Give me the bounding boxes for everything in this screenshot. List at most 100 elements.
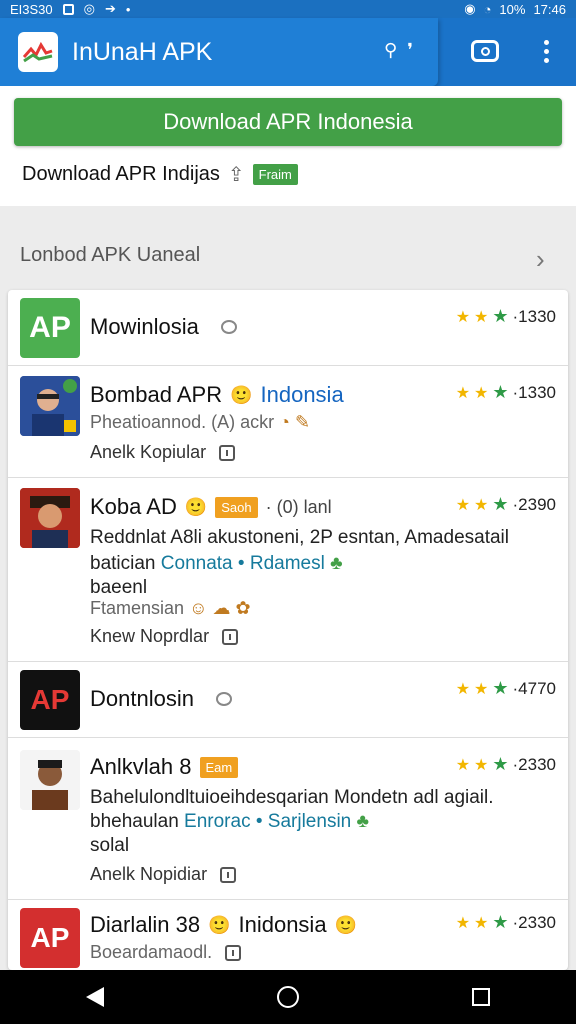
decor-icon: ☺ ☁ ✿	[189, 598, 251, 618]
desc-link[interactable]: Sarjlensin	[268, 811, 351, 832]
download-subline[interactable]: Download APR Indijas ⇪ Fraim	[22, 162, 298, 187]
app-icon-text: AP	[29, 311, 71, 344]
app-description-line: baeenl	[90, 577, 148, 598]
rating: ★ ★ ★ ·1330	[456, 306, 556, 327]
app-icon-text: AP	[30, 922, 70, 953]
star-icon: ★	[455, 308, 471, 326]
star-icon: ★	[455, 384, 471, 402]
app-title-accent: Inidonsia	[238, 912, 327, 937]
arrow-icon: ➔	[105, 1, 116, 16]
star-icon: ★	[455, 680, 471, 698]
gift-icon: ♣	[330, 553, 343, 574]
rating-value: ·2330	[512, 912, 556, 932]
list-item[interactable]: Anlkvlah 8 Eam ★ ★ ★ ·2330 Bahelulondltu…	[8, 738, 568, 900]
app-bar-main: InUnaH APK ⚲ ❜	[0, 18, 438, 86]
rating: ★ ★ ★ ·4770	[456, 678, 556, 699]
star-icon: ★	[474, 308, 489, 326]
app-category-text: Anelk Kopiular	[90, 442, 207, 462]
app-meta: Boeardamaodl.	[90, 942, 242, 963]
app-title-text: Koba AD	[90, 494, 177, 519]
rating-value: ·1330	[512, 306, 556, 326]
app-title-text: Anlkvlah 8	[90, 754, 192, 779]
gift-icon: ♣	[356, 811, 369, 832]
list-item[interactable]: Bombad APR 🙂 Indonsia ★ ★ ★ ·1330 Pheati…	[8, 366, 568, 478]
star-icon: ★	[474, 496, 489, 514]
info-icon[interactable]	[219, 445, 236, 462]
star-icon: ★	[492, 678, 509, 698]
smiley-icon: 🙂	[334, 914, 357, 935]
subline-text: Download APR Indijas	[22, 163, 220, 185]
app-meta-text: Boeardamaodl.	[90, 942, 213, 962]
star-icon: ★	[455, 914, 471, 932]
star-icon: ★	[455, 756, 471, 774]
rating-value: ·2390	[512, 494, 556, 514]
avatar	[20, 488, 80, 548]
list-item[interactable]: Koba AD 🙂 Saoh · (0) lanl ★ ★ ★ ·2390 Re…	[8, 478, 568, 662]
status-bar: EI3S30 ◎ ➔ • ◉ ◔ 10% 17:46	[0, 0, 576, 18]
rating: ★ ★ ★ ·2390	[456, 494, 556, 515]
app-meta: Ftamensian ☺ ☁ ✿	[90, 598, 251, 619]
app-description-line: solal	[90, 835, 130, 856]
download-card: Download APR Indonesia Download APR Indi…	[0, 86, 576, 206]
info-icon[interactable]	[222, 629, 239, 646]
recents-icon[interactable]	[471, 988, 490, 1006]
more-vert-icon[interactable]	[540, 40, 552, 63]
desc-text: bhehaulan	[90, 811, 179, 832]
app-badge: Saoh	[215, 496, 258, 518]
rating-value: ·2330	[512, 754, 556, 774]
app-category-text: Anelk Nopidiar	[90, 864, 208, 884]
star-icon: ★	[474, 680, 489, 698]
star-icon: ★	[492, 306, 509, 326]
app-icon-text: AP	[30, 684, 70, 715]
mic-icon[interactable]: ❜	[407, 40, 413, 61]
app-title-text: Bombad APR	[90, 382, 223, 407]
app-title: Mowinlosia	[90, 314, 237, 340]
desc-link[interactable]: Enrorac	[184, 811, 251, 832]
star-icon: ★	[474, 756, 489, 774]
list-item[interactable]: AP Mowinlosia ★ ★ ★ ·1330	[8, 290, 568, 366]
navigation-bar	[0, 970, 576, 1024]
app-icon: AP	[20, 908, 80, 968]
home-icon[interactable]	[276, 986, 299, 1008]
smiley-icon: 🙂	[184, 496, 208, 517]
star-icon: ★	[492, 754, 509, 774]
section-title: Lonbod APK Uaneal	[20, 244, 201, 266]
download-button[interactable]: Download APR Indonesia	[14, 98, 562, 146]
carrier-text: EI3S30	[10, 1, 53, 17]
list-item[interactable]: AP Dontnlosin ★ ★ ★ ·4770	[8, 662, 568, 738]
desc-link[interactable]: Connata	[161, 553, 233, 574]
desc-link[interactable]: Rdamesl	[250, 553, 325, 574]
decor-icon: ◔ ✎	[279, 412, 311, 432]
app-logo-icon[interactable]	[18, 32, 58, 72]
rating: ★ ★ ★ ·2330	[456, 912, 556, 933]
app-list: AP Mowinlosia ★ ★ ★ ·1330 Bombad APR 🙂 I…	[8, 290, 568, 970]
app-meta-text: Pheatioannod. (A) ackr	[90, 412, 275, 432]
app-category: Anelk Kopiular	[90, 442, 236, 463]
app-title-text: Dontnlosin	[90, 686, 194, 711]
rating: ★ ★ ★ ·2330	[456, 754, 556, 775]
app-description: Bahelulondltuioeihdesqarian Mondetn adl …	[90, 787, 494, 808]
app-title: Koba AD 🙂 Saoh · (0) lanl	[90, 494, 332, 520]
chevron-right-icon[interactable]: ›	[536, 244, 545, 275]
app-title-extra: · (0) lanl	[265, 496, 332, 517]
star-icon: ★	[492, 494, 509, 514]
smiley-icon: 🙂	[230, 384, 253, 405]
rating-value: ·4770	[512, 678, 556, 698]
comment-icon	[220, 320, 237, 334]
list-item[interactable]: AP Diarlalin 38 🙂 Inidonsia 🙂 ★ ★ ★ ·233…	[8, 900, 568, 970]
info-icon[interactable]	[225, 945, 242, 962]
info-icon[interactable]	[220, 867, 237, 884]
app-category: Knew Noprdlar	[90, 626, 239, 647]
search-icon[interactable]: ⚲	[384, 40, 397, 61]
rating: ★ ★ ★ ·1330	[456, 382, 556, 403]
app-title: Anlkvlah 8 Eam	[90, 754, 239, 780]
app-title-accent: Indonsia	[260, 382, 344, 407]
app-title: Dontnlosin	[90, 686, 232, 712]
app-description-line: bhehaulan Enrorac • Sarjlensin ♣	[90, 811, 369, 832]
wifi-icon: ◔	[483, 1, 492, 17]
notification-icon	[62, 3, 74, 15]
camera-icon[interactable]	[471, 40, 499, 62]
app-bar-actions: ⚲ ❜	[384, 40, 413, 61]
app-description-line: batician Connata • Rdamesl ♣	[90, 553, 343, 574]
back-icon[interactable]	[86, 987, 105, 1007]
